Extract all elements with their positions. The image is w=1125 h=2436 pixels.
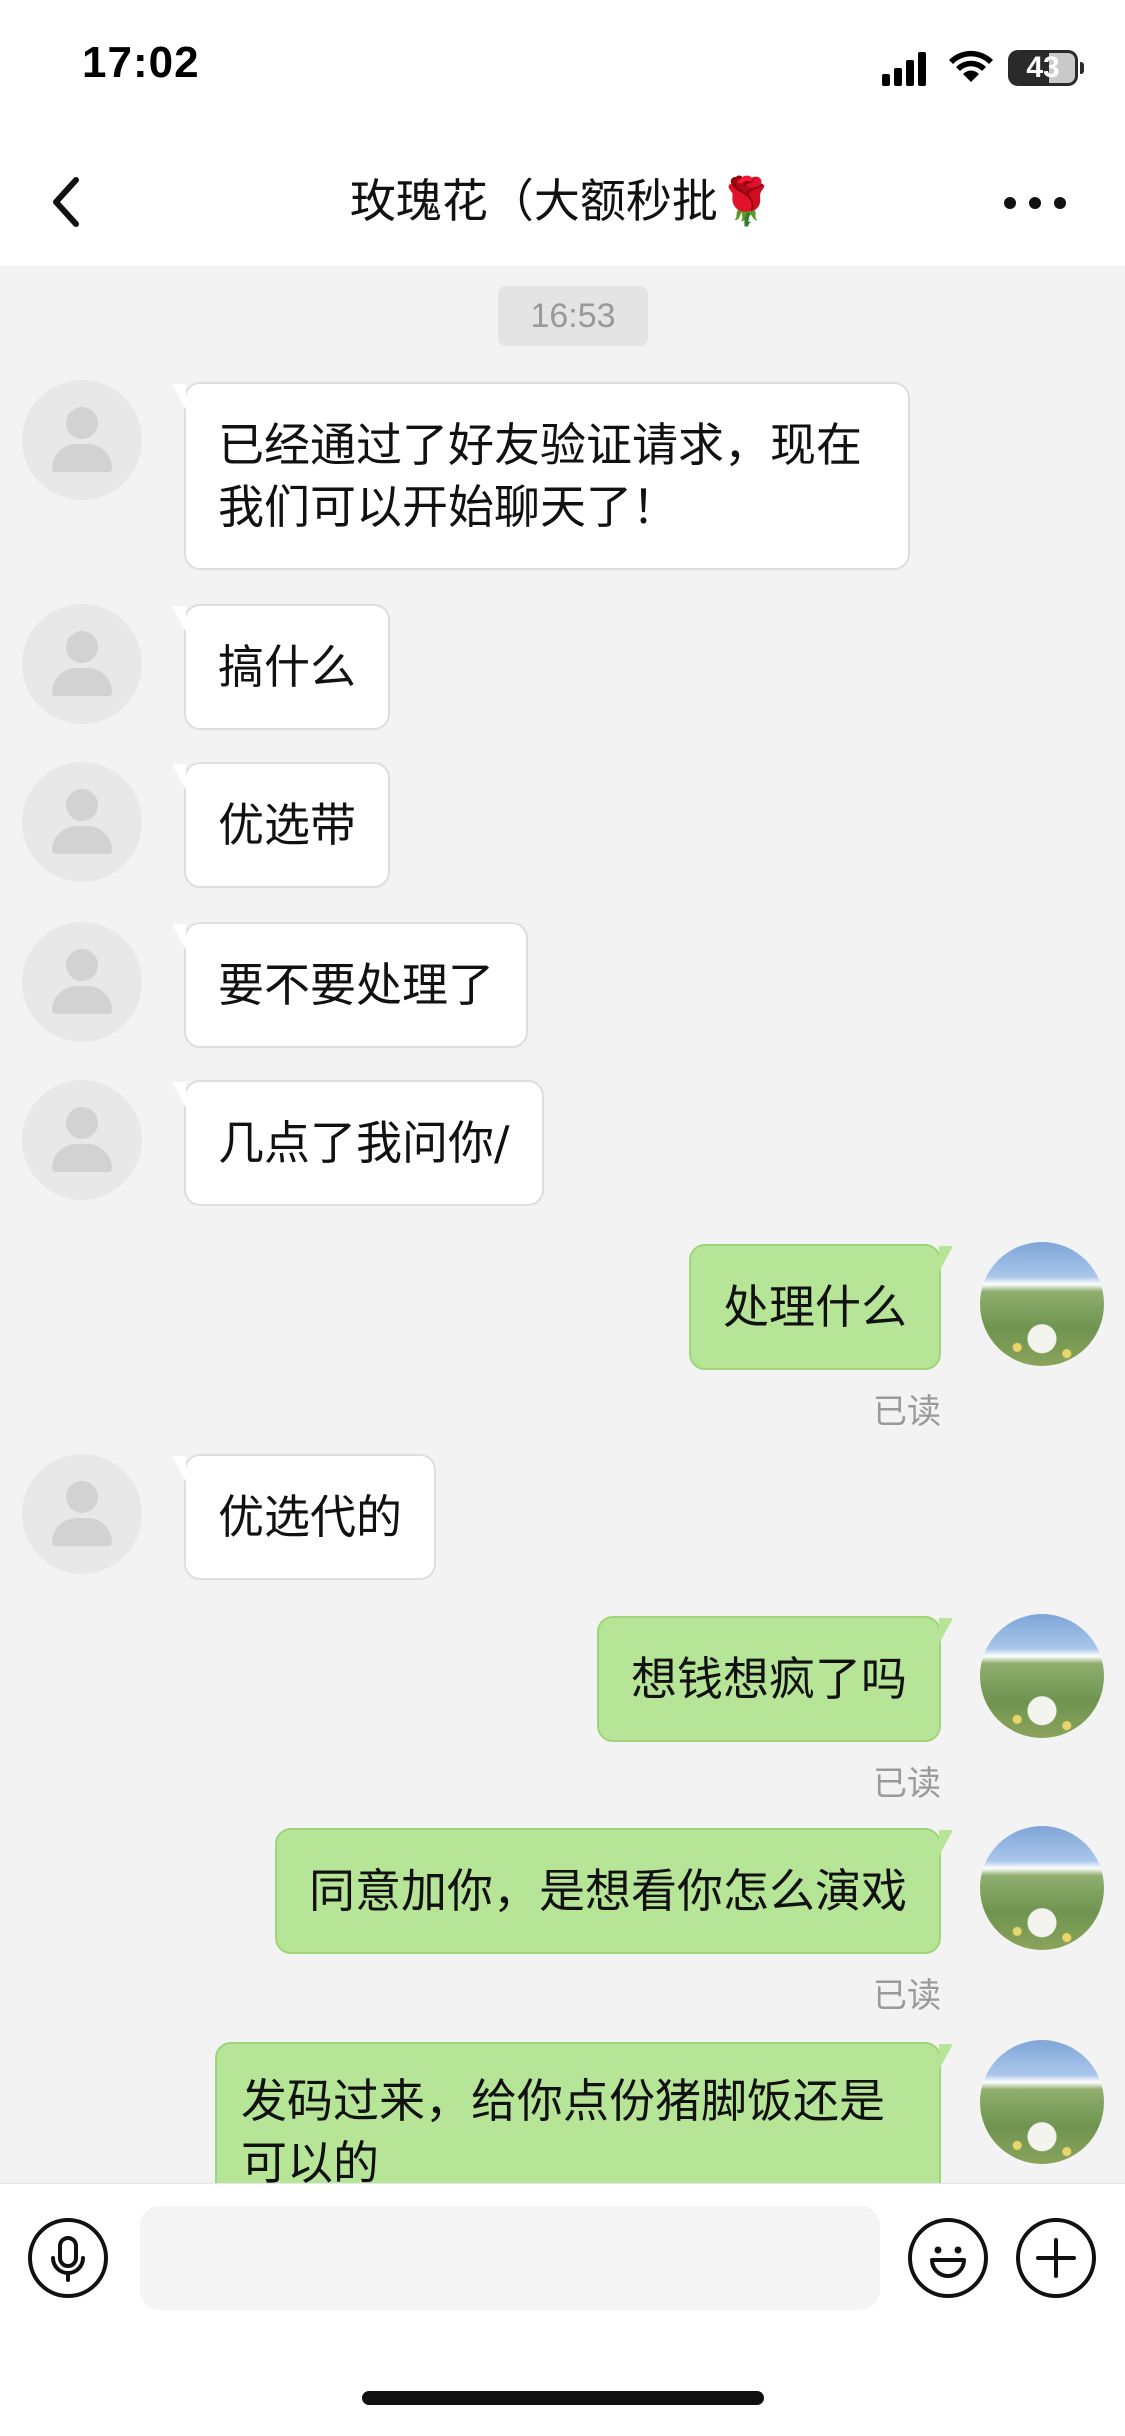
microphone-icon[interactable]: [28, 2218, 108, 2298]
message-bubble-incoming[interactable]: 优选带: [172, 762, 390, 888]
contact-avatar[interactable]: [22, 604, 142, 724]
chat-header: 玫瑰花（大额秒批🌹: [0, 140, 1125, 266]
cellular-signal-icon: [882, 50, 934, 86]
self-avatar[interactable]: [980, 1614, 1104, 1738]
chat-title: 玫瑰花（大额秒批🌹: [349, 174, 776, 228]
read-status: 已读: [873, 1764, 941, 1804]
plus-circle-icon[interactable]: [1016, 2218, 1096, 2298]
self-avatar[interactable]: [980, 1826, 1104, 1950]
message-list[interactable]: 16:53 已经通过了好友验证请求，现在我们可以开始聊天了！ 搞什么 优选带 要…: [0, 266, 1125, 2183]
battery-percentage: 43: [1026, 51, 1060, 84]
message-bubble-incoming[interactable]: 已经通过了好友验证请求，现在我们可以开始聊天了！: [172, 382, 910, 570]
message-bubble-outgoing[interactable]: 想钱想疯了吗: [597, 1616, 953, 1742]
message-timestamp: 16:53: [498, 286, 648, 346]
read-status: 已读: [873, 1392, 941, 1432]
status-time: 17:02: [82, 38, 200, 87]
contact-avatar[interactable]: [22, 380, 142, 500]
message-bubble-incoming[interactable]: 优选代的: [172, 1454, 436, 1580]
emoji-icon[interactable]: [908, 2218, 988, 2298]
contact-avatar[interactable]: [22, 1454, 142, 1574]
self-avatar[interactable]: [980, 2040, 1104, 2164]
contact-avatar[interactable]: [22, 762, 142, 882]
message-bubble-incoming[interactable]: 搞什么: [172, 604, 390, 730]
home-indicator: [362, 2391, 764, 2405]
message-bubble-incoming[interactable]: 几点了我问你/: [172, 1080, 544, 1206]
wifi-icon: [949, 50, 993, 82]
message-bubble-outgoing[interactable]: 同意加你，是想看你怎么演戏: [275, 1828, 953, 1954]
status-bar: 17:02 43: [0, 0, 1125, 140]
message-bubble-outgoing[interactable]: 发码过来，给你点份猪脚饭还是可以的: [215, 2042, 953, 2183]
contact-avatar[interactable]: [22, 922, 142, 1042]
message-input-bar: [0, 2183, 1125, 2436]
more-horizontal-icon[interactable]: [1000, 180, 1070, 224]
battery-icon: 43: [1008, 50, 1084, 86]
contact-avatar[interactable]: [22, 1080, 142, 1200]
message-bubble-incoming[interactable]: 要不要处理了: [172, 922, 528, 1048]
message-input[interactable]: [140, 2206, 880, 2310]
read-status: 已读: [873, 1976, 941, 2016]
message-bubble-outgoing[interactable]: 处理什么: [689, 1244, 953, 1370]
self-avatar[interactable]: [980, 1242, 1104, 1366]
chevron-left-icon[interactable]: [40, 170, 96, 234]
